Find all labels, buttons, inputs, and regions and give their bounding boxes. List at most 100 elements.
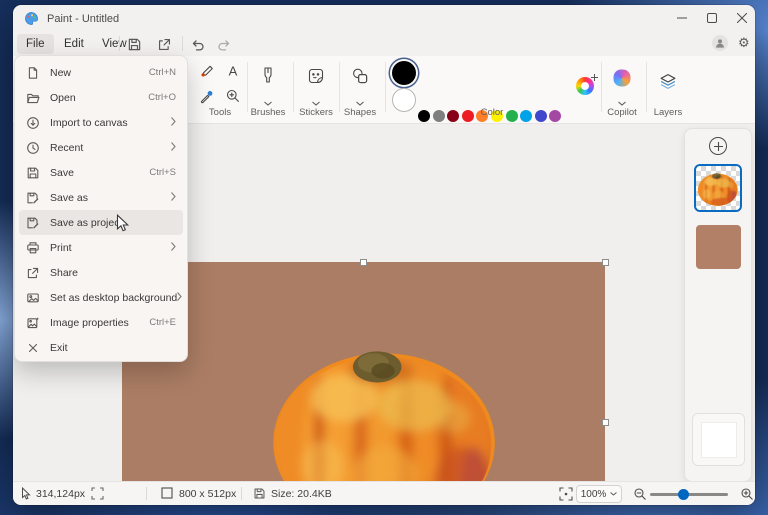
background-color-swatch[interactable]	[392, 88, 416, 112]
menu-edit[interactable]: Edit	[55, 34, 93, 54]
file-size-value: Size: 20.4KB	[271, 488, 332, 500]
paint-window: Paint - Untitled File Edit View	[13, 5, 755, 505]
save-as-icon	[26, 191, 40, 205]
zoom-slider-thumb[interactable]	[678, 489, 689, 500]
palette-swatch[interactable]	[418, 110, 430, 122]
mouse-cursor	[116, 214, 129, 238]
zoom-slider[interactable]	[650, 493, 728, 496]
tools-label: Tools	[209, 107, 231, 118]
marker-tool-icon[interactable]	[199, 63, 216, 80]
redo-icon[interactable]	[214, 35, 234, 53]
divider	[601, 62, 602, 112]
color-label: Color	[481, 107, 504, 118]
divider	[646, 62, 647, 112]
chevron-right-icon	[171, 242, 176, 254]
menu-item-open[interactable]: Open Ctrl+O	[19, 85, 183, 110]
cursor-position-value: 314,124px	[36, 488, 85, 500]
menu-item-set-as-desktop-background[interactable]: Set as desktop background	[19, 285, 183, 310]
eyedropper-tool-icon[interactable]	[199, 88, 215, 104]
foreground-color-swatch[interactable]	[392, 61, 416, 85]
divider	[146, 487, 147, 500]
share-icon[interactable]	[154, 35, 174, 53]
import-icon	[26, 116, 40, 130]
copilot-label: Copilot	[607, 107, 637, 118]
canvas-handle-top[interactable]	[360, 259, 367, 266]
drawing-canvas[interactable]	[122, 262, 605, 505]
menu-item-recent[interactable]: Recent	[19, 135, 183, 160]
minimize-button[interactable]	[667, 5, 697, 31]
palette-swatch[interactable]	[506, 110, 518, 122]
chevron-right-icon	[177, 292, 182, 304]
settings-gear-icon[interactable]: ⚙	[738, 35, 750, 51]
close-button[interactable]	[727, 5, 755, 31]
undo-icon[interactable]	[187, 35, 207, 53]
canvas-background-thumbnail	[701, 422, 737, 458]
save-icon[interactable]	[124, 35, 144, 53]
palette-swatch[interactable]	[447, 110, 459, 122]
stickers-icon[interactable]	[307, 67, 325, 85]
pumpkin-artwork	[268, 330, 502, 505]
palette-swatch[interactable]	[549, 110, 561, 122]
new-document-icon	[26, 66, 40, 80]
canvas-size-value: 800 x 512px	[179, 488, 236, 500]
menu-item-save[interactable]: Save Ctrl+S	[19, 160, 183, 185]
menu-item-save-as-project[interactable]: Save as project	[19, 210, 183, 235]
menu-item-print[interactable]: Print	[19, 235, 183, 260]
add-layer-button[interactable]	[709, 137, 727, 155]
magnifier-tool-icon[interactable]	[225, 88, 241, 104]
menu-item-exit[interactable]: Exit	[19, 335, 183, 360]
open-folder-icon	[26, 91, 40, 105]
divider	[182, 36, 183, 51]
canvas-background-slot[interactable]	[692, 413, 745, 466]
divider	[293, 62, 294, 112]
zoom-in-icon[interactable]	[740, 487, 754, 504]
layers-icon[interactable]	[659, 73, 678, 91]
zoom-level-value: 100%	[581, 489, 607, 500]
canvas-handle-top-right[interactable]	[602, 259, 609, 266]
cursor-position-icon	[21, 487, 31, 503]
chevron-right-icon	[171, 142, 176, 154]
titlebar[interactable]: Paint - Untitled	[13, 5, 755, 32]
layers-label: Layers	[654, 107, 683, 118]
menu-item-share[interactable]: Share	[19, 260, 183, 285]
plus-icon	[591, 74, 598, 83]
print-icon	[26, 241, 40, 255]
menubar: File Edit View ⚙	[13, 32, 755, 56]
menu-item-save-as[interactable]: Save as	[19, 185, 183, 210]
layer-thumbnail-selected[interactable]	[694, 164, 742, 212]
share-icon	[26, 266, 40, 280]
file-size-icon	[253, 487, 266, 503]
brushes-label: Brushes	[251, 107, 286, 118]
menu-item-image-properties[interactable]: Image properties Ctrl+E	[19, 310, 183, 335]
palette-swatch[interactable]	[520, 110, 532, 122]
window-title: Paint - Untitled	[47, 13, 119, 25]
palette-swatch[interactable]	[462, 110, 474, 122]
save-as-project-icon	[26, 216, 40, 230]
stickers-label: Stickers	[299, 107, 333, 118]
layers-panel	[684, 128, 752, 482]
account-icon[interactable]	[712, 35, 728, 51]
file-menu-popup: New Ctrl+N Open Ctrl+O Import to canvas …	[14, 55, 188, 362]
zoom-out-icon[interactable]	[633, 487, 647, 504]
layer-thumbnail-background[interactable]	[696, 225, 741, 269]
canvas-size-icon	[161, 487, 173, 502]
brushes-icon[interactable]	[259, 66, 277, 86]
statusbar: 314,124px 800 x 512px Size: 20.4KB 100%	[13, 481, 755, 505]
shapes-icon[interactable]	[351, 67, 369, 85]
shapes-label: Shapes	[344, 107, 376, 118]
save-icon	[26, 166, 40, 180]
menu-item-import-to-canvas[interactable]: Import to canvas	[19, 110, 183, 135]
divider	[247, 62, 248, 112]
menu-item-new[interactable]: New Ctrl+N	[19, 60, 183, 85]
fit-to-screen-icon[interactable]	[559, 487, 573, 504]
canvas-handle-right[interactable]	[602, 419, 609, 426]
maximize-button[interactable]	[697, 5, 727, 31]
recent-clock-icon	[26, 141, 40, 155]
copilot-icon[interactable]	[614, 70, 631, 87]
text-tool-icon[interactable]: A	[229, 64, 238, 79]
palette-swatch[interactable]	[535, 110, 547, 122]
menu-file[interactable]: File	[17, 34, 54, 54]
zoom-level-dropdown[interactable]: 100%	[576, 485, 622, 503]
palette-swatch[interactable]	[433, 110, 445, 122]
paint-logo-icon	[24, 11, 39, 26]
